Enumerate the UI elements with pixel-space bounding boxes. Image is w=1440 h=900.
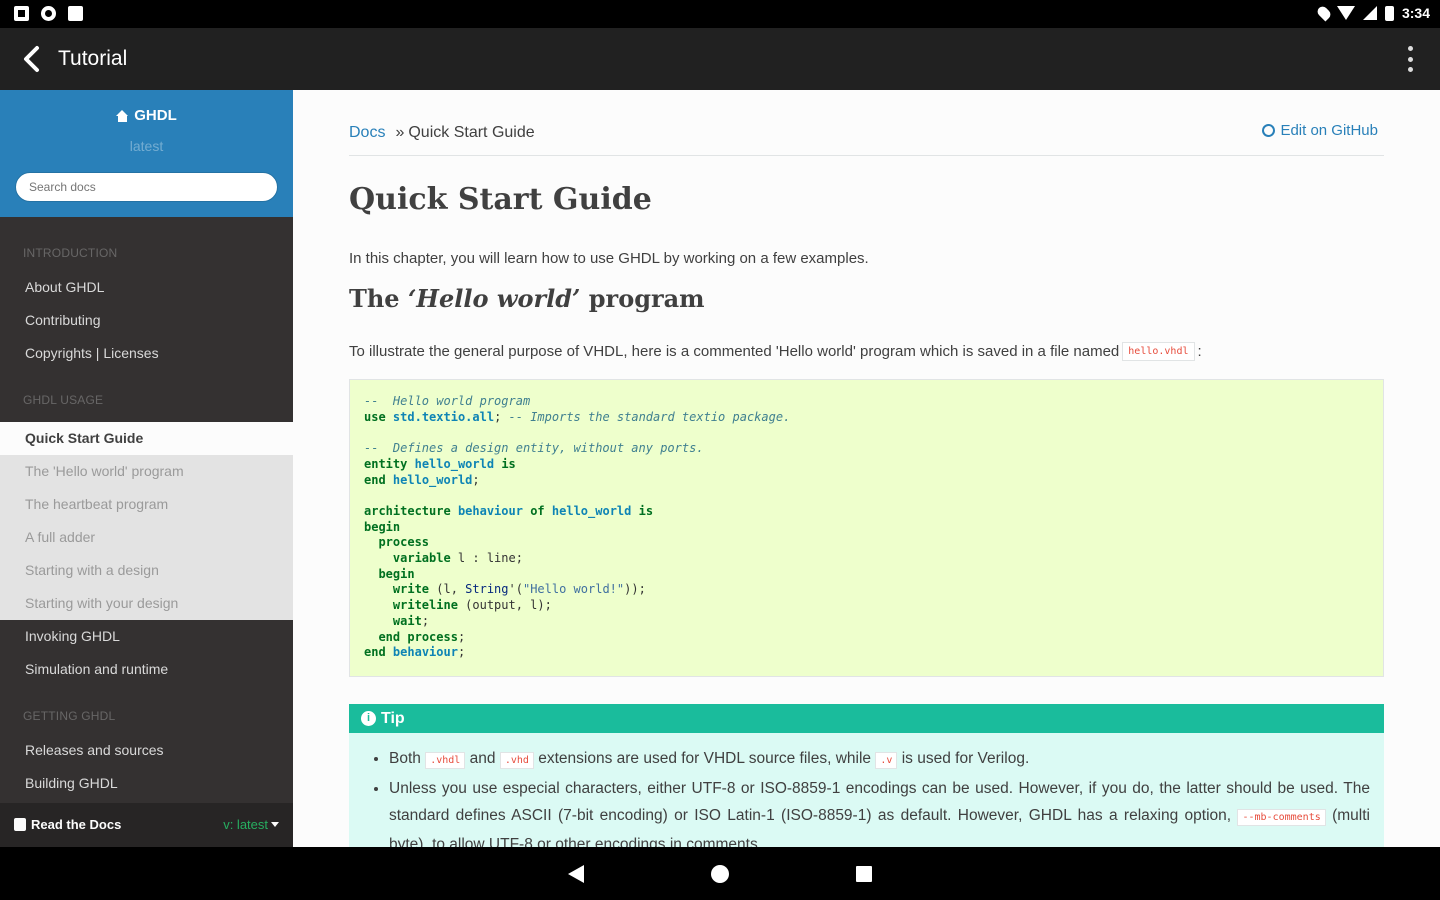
docs-version: latest xyxy=(129,138,164,154)
clock: 3:34 xyxy=(1401,5,1430,21)
caret-down-icon xyxy=(271,822,279,827)
app-bar-title: Tutorial xyxy=(58,47,128,70)
battery-icon xyxy=(1384,5,1394,21)
code-literal: .vhdl xyxy=(425,752,466,769)
section-title-post: program xyxy=(580,284,705,313)
sidebar-item-invoking[interactable]: Invoking GHDL xyxy=(0,620,293,653)
sidebar-item-simulation[interactable]: Simulation and runtime xyxy=(0,653,293,686)
nav-recents-icon[interactable] xyxy=(856,866,872,882)
wifi-icon xyxy=(1336,6,1355,20)
sidebar-subitem-start-design[interactable]: Starting with a design xyxy=(0,554,293,587)
home-icon xyxy=(116,109,129,122)
breadcrumb-docs-link[interactable]: Docs xyxy=(349,124,385,141)
code-line: variable l : line; xyxy=(392,551,523,566)
code-literal: --mb-comments xyxy=(1237,809,1326,826)
sidebar-subitem-heartbeat[interactable]: The heartbeat program xyxy=(0,488,293,521)
sidebar-sublist: The 'Hello world' program The heartbeat … xyxy=(0,455,293,620)
code-literal: .v xyxy=(875,752,898,769)
more-options-icon[interactable] xyxy=(1408,46,1414,72)
sidebar-subitem-hello-world[interactable]: The 'Hello world' program xyxy=(0,455,293,488)
para-text: To illustrate the general purpose of VHD… xyxy=(349,343,1120,360)
tip-title: i Tip xyxy=(349,704,1384,733)
info-icon: i xyxy=(361,711,376,726)
sidebar-header: GHDL latest xyxy=(0,90,293,217)
app-bar: Tutorial xyxy=(0,28,1440,90)
version-selector[interactable]: v: latest xyxy=(223,817,279,832)
read-the-docs-bar[interactable]: Read the Docs v: latest xyxy=(0,803,293,847)
brand-link[interactable]: GHDL xyxy=(0,107,293,124)
code-line: begin xyxy=(378,566,415,581)
section-title: The ‘Hello world’ program xyxy=(349,284,705,313)
tip-text: and xyxy=(469,750,496,767)
nav-home-icon[interactable] xyxy=(711,865,729,883)
sidebar-item-contributing[interactable]: Contributing xyxy=(0,304,293,337)
para-end: : xyxy=(1197,343,1202,360)
tip-text: Unless you use especial characters, eith… xyxy=(389,780,1370,824)
tip-title-label: Tip xyxy=(381,709,405,727)
code-line: -- Defines a design entity, without any … xyxy=(364,441,704,456)
tip-text: Both xyxy=(389,750,421,767)
back-arrow-icon[interactable] xyxy=(18,44,48,74)
edit-on-github-label: Edit on GitHub xyxy=(1280,122,1378,139)
location-icon xyxy=(1315,4,1333,22)
main-content: Docs» Quick Start Guide Edit on GitHub Qu… xyxy=(293,90,1440,847)
rtd-label: Read the Docs xyxy=(31,817,122,832)
sidebar-subitem-your-design[interactable]: Starting with your design xyxy=(0,587,293,620)
brand-label: GHDL xyxy=(134,107,177,124)
breadcrumb-separator: » xyxy=(395,124,405,141)
book-icon xyxy=(14,818,26,831)
search-input[interactable] xyxy=(15,172,278,202)
code-line: wait; xyxy=(392,613,430,628)
sidebar-subitem-full-adder[interactable]: A full adder xyxy=(0,521,293,554)
code-line: process xyxy=(378,535,430,550)
sidebar-item-about[interactable]: About GHDL xyxy=(0,271,293,304)
cell-signal-icon xyxy=(1362,6,1377,20)
system-nav-bar xyxy=(0,847,1440,900)
code-line: end process; xyxy=(378,629,466,644)
nav-back-icon[interactable] xyxy=(568,865,584,883)
code-literal: .vhd xyxy=(499,752,534,769)
hello-world-paragraph: To illustrate the general purpose of VHD… xyxy=(349,342,1202,361)
section-caption-introduction: INTRODUCTION xyxy=(23,246,118,260)
section-caption-getting: GETTING GHDL xyxy=(23,709,116,723)
sidebar-item-quick-start[interactable]: Quick Start Guide xyxy=(0,422,293,455)
section-caption-usage: GHDL USAGE xyxy=(23,393,104,407)
edit-on-github-link[interactable]: Edit on GitHub xyxy=(1262,122,1378,139)
tip-item-extensions: Both .vhdl and .vhd extensions are used … xyxy=(389,745,1370,774)
code-line: writeline (output, l); xyxy=(392,598,552,613)
github-icon xyxy=(1262,124,1276,137)
tip-text: is used for Verilog. xyxy=(901,750,1030,767)
sync-icon xyxy=(41,6,56,21)
section-title-em: ‘Hello world’ xyxy=(407,284,581,313)
tip-text: extensions are used for VHDL source file… xyxy=(538,750,872,767)
tip-admonition: i Tip Both .vhdl and .vhd extensions are… xyxy=(349,704,1384,847)
code-line: end hello_world; xyxy=(364,472,480,487)
page-title: Quick Start Guide xyxy=(349,182,652,217)
notification-icon xyxy=(14,6,29,21)
version-label: v: latest xyxy=(223,817,268,832)
section-title-pre: The xyxy=(349,284,408,313)
code-line: use std.textio.all; -- Imports the stand… xyxy=(364,409,791,424)
sd-card-icon xyxy=(68,6,83,21)
sidebar-item-releases[interactable]: Releases and sources xyxy=(0,734,293,767)
code-line: architecture behaviour of hello_world is xyxy=(364,503,654,518)
code-line: entity hello_world is xyxy=(364,456,516,471)
sidebar-item-building[interactable]: Building GHDL xyxy=(0,767,293,800)
docs-sidebar: GHDL latest INTRODUCTION About GHDL Cont… xyxy=(0,90,293,847)
code-line: write (l, String'("Hello world!")); xyxy=(392,582,646,597)
breadcrumb: Docs » Quick Start Guide Edit on GitHub xyxy=(349,122,1384,156)
filename-literal: hello.vhdl xyxy=(1122,342,1195,361)
code-line: begin xyxy=(364,519,401,534)
code-line: end behaviour; xyxy=(364,645,466,660)
status-bar: 3:34 xyxy=(0,0,1440,28)
breadcrumb-current: Quick Start Guide xyxy=(408,124,535,141)
code-block: -- Hello world program use std.textio.all… xyxy=(349,379,1384,677)
code-line: -- Hello world program xyxy=(364,394,531,408)
intro-paragraph: In this chapter, you will learn how to u… xyxy=(349,250,869,267)
tip-item-encodings: Unless you use especial characters, eith… xyxy=(389,775,1370,847)
sidebar-item-copyrights[interactable]: Copyrights | Licenses xyxy=(0,337,293,370)
